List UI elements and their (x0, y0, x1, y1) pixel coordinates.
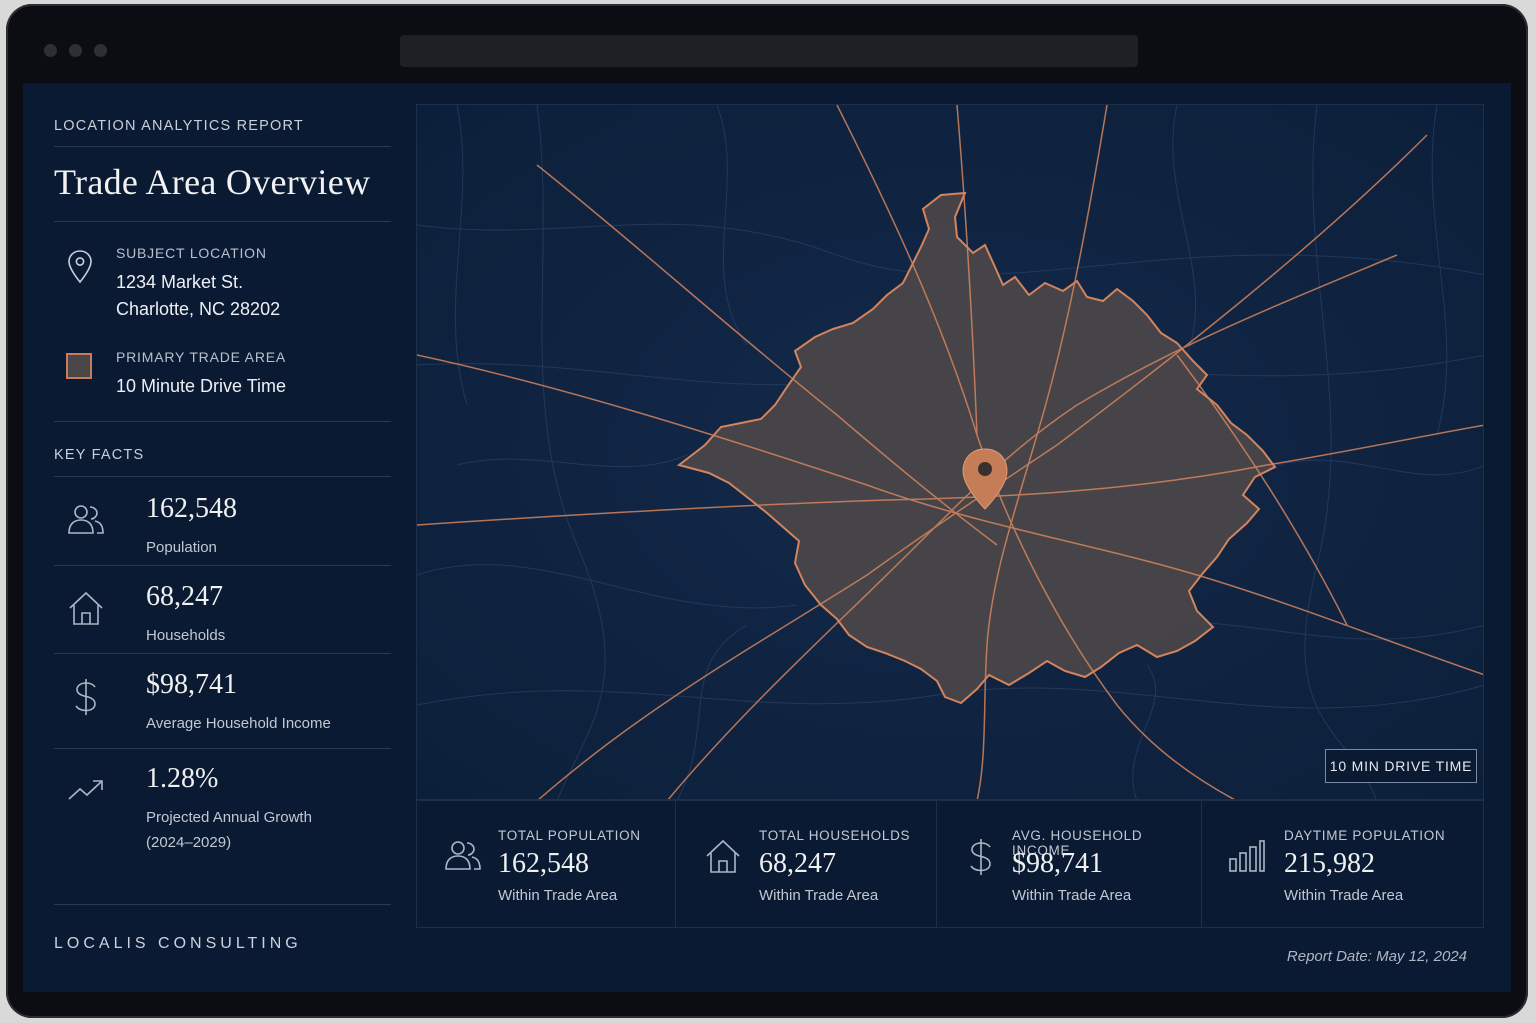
report-eyebrow: LOCATION ANALYTICS REPORT (54, 118, 304, 134)
close-window-button[interactable] (44, 44, 57, 57)
divider (54, 904, 391, 905)
stat-sub: Within Trade Area (1012, 887, 1132, 904)
people-icon (445, 841, 481, 870)
stat-sub: Within Trade Area (1284, 887, 1404, 904)
report-screen: LOCATION ANALYTICS REPORT Trade Area Ove… (23, 83, 1511, 992)
drive-time-badge: 10 MIN DRIVE TIME (1325, 749, 1477, 783)
population-value: 162,548 (146, 493, 237, 524)
window-controls (44, 44, 107, 57)
address-bar[interactable] (400, 35, 1138, 67)
subject-location-label: SUBJECT LOCATION (116, 245, 267, 261)
divider (54, 146, 391, 147)
divider (54, 653, 391, 654)
divider (54, 748, 391, 749)
trend-up-icon (68, 780, 103, 800)
house-icon (69, 591, 103, 625)
divider (54, 565, 391, 566)
stat-avg-household-income: AVG. HOUSEHOLD INCOME $98,741 Within Tra… (937, 801, 1202, 927)
stat-label: TOTAL POPULATION (498, 828, 641, 843)
households-value: 68,247 (146, 581, 223, 612)
key-facts-heading: KEY FACTS (54, 447, 145, 463)
stat-value: 215,982 (1284, 848, 1375, 879)
bar-chart-icon (1229, 840, 1265, 872)
trade-area-swatch (66, 353, 92, 379)
divider (54, 221, 391, 222)
divider (54, 476, 391, 477)
sidebar: LOCATION ANALYTICS REPORT Trade Area Ove… (54, 83, 391, 992)
income-label: Average Household Income (146, 715, 331, 732)
stat-value: $98,741 (1012, 848, 1103, 879)
dollar-icon (970, 839, 991, 875)
report-date: Report Date: May 12, 2024 (1286, 948, 1467, 965)
stat-sub: Within Trade Area (498, 887, 618, 904)
stat-label: TOTAL HOUSEHOLDS (759, 828, 911, 843)
subject-address-line2: Charlotte, NC 28202 (116, 299, 281, 319)
stat-value: 162,548 (498, 848, 589, 879)
brand-name: LOCALIS CONSULTING (54, 935, 302, 952)
population-label: Population (146, 539, 217, 556)
stats-bar: TOTAL POPULATION 162,548 Within Trade Ar… (416, 800, 1484, 928)
people-icon (68, 505, 104, 534)
map-pin-icon (68, 250, 92, 284)
households-label: Households (146, 627, 226, 644)
growth-period: (2024–2029) (146, 834, 232, 851)
growth-label: Projected Annual Growth (146, 809, 312, 826)
stat-total-households: TOTAL HOUSEHOLDS 68,247 Within Trade Are… (676, 801, 937, 927)
dollar-icon (75, 679, 96, 715)
map-canvas (417, 105, 1483, 799)
page-title: Trade Area Overview (54, 162, 371, 202)
subject-address-line1: 1234 Market St. (116, 272, 244, 292)
trade-area-map[interactable]: 10 MIN DRIVE TIME (416, 104, 1484, 800)
stat-value: 68,247 (759, 848, 836, 879)
stat-label: DAYTIME POPULATION (1284, 828, 1446, 843)
divider (54, 421, 391, 422)
trade-area-label: PRIMARY TRADE AREA (116, 349, 287, 365)
growth-value: 1.28% (146, 763, 219, 794)
stat-total-population: TOTAL POPULATION 162,548 Within Trade Ar… (417, 801, 676, 927)
stat-daytime-population: DAYTIME POPULATION 215,982 Within Trade … (1202, 801, 1483, 927)
stat-sub: Within Trade Area (759, 887, 879, 904)
minimize-window-button[interactable] (69, 44, 82, 57)
maximize-window-button[interactable] (94, 44, 107, 57)
trade-area-value: 10 Minute Drive Time (116, 376, 287, 396)
house-icon (706, 839, 740, 873)
income-value: $98,741 (146, 669, 237, 700)
